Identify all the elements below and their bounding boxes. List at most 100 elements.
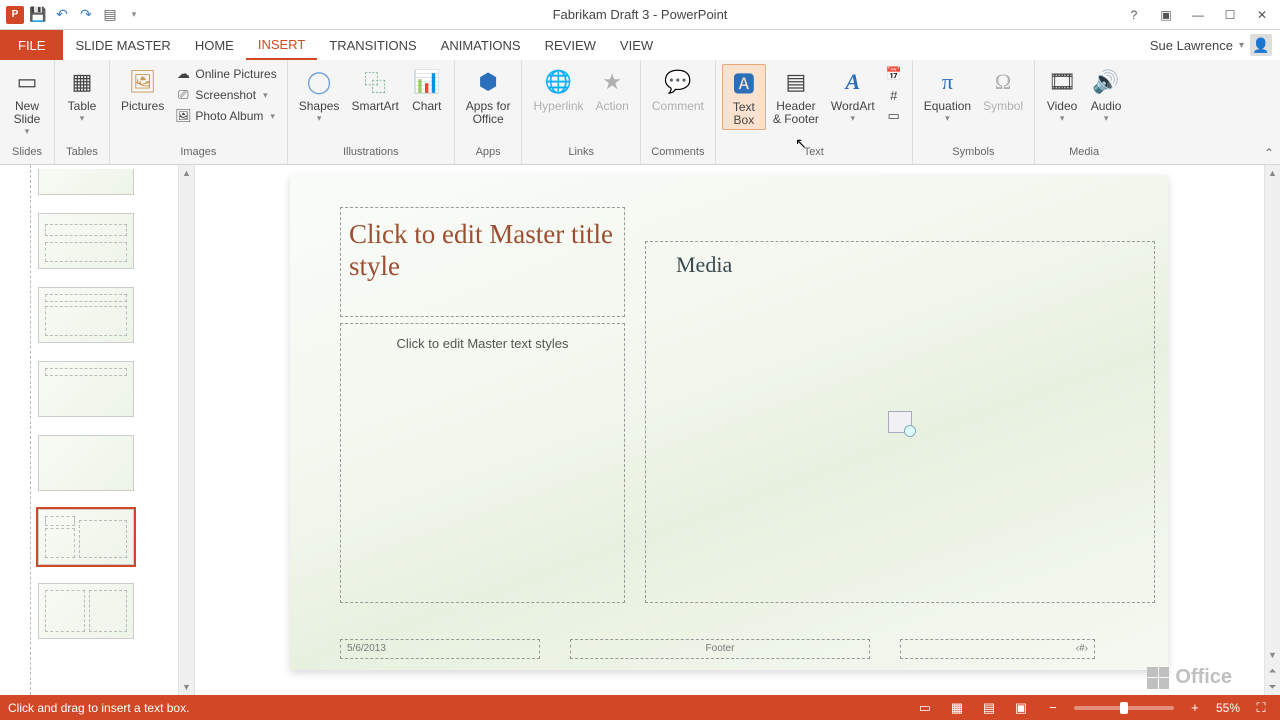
status-bar: Click and drag to insert a text box. ▭ ▦… bbox=[0, 695, 1280, 720]
header-footer-button[interactable]: ▤ Header & Footer bbox=[768, 64, 824, 128]
tab-home[interactable]: HOME bbox=[183, 30, 246, 60]
slide-canvas-area: Click to edit Master title style Click t… bbox=[195, 165, 1280, 695]
redo-button[interactable]: ↷ bbox=[76, 5, 96, 25]
media-placeholder[interactable]: Media bbox=[645, 241, 1155, 603]
save-button[interactable]: 💾 bbox=[28, 5, 48, 25]
zoom-slider[interactable] bbox=[1074, 706, 1174, 710]
slide-master-canvas[interactable]: Click to edit Master title style Click t… bbox=[290, 175, 1168, 670]
tab-view[interactable]: VIEW bbox=[608, 30, 665, 60]
scroll-up-icon[interactable]: ▲ bbox=[179, 165, 194, 181]
new-slide-button[interactable]: ▭ New Slide ▾ bbox=[6, 64, 48, 139]
title-bar: P 💾 ↶ ↷ ▤ ▾ Fabrikam Draft 3 - PowerPoin… bbox=[0, 0, 1280, 30]
tab-animations[interactable]: ANIMATIONS bbox=[429, 30, 533, 60]
body-placeholder[interactable]: Click to edit Master text styles bbox=[340, 323, 625, 603]
layout-thumbnail-selected[interactable] bbox=[38, 509, 134, 565]
scroll-down-icon[interactable]: ▼ bbox=[179, 679, 194, 695]
layout-thumbnail[interactable] bbox=[38, 169, 134, 195]
office-logo-icon bbox=[1147, 667, 1169, 689]
wordart-button[interactable]: A WordArt ▾ bbox=[826, 64, 880, 126]
layout-thumbnail[interactable] bbox=[38, 287, 134, 343]
action-button: ★ Action bbox=[591, 64, 634, 115]
collapse-ribbon-button[interactable]: ⌃ bbox=[1264, 146, 1274, 160]
media-placeholder-label: Media bbox=[646, 242, 1154, 288]
ribbon-group-illustrations: ◯ Shapes ▾ ⿻ SmartArt 📊 Chart Illustrati… bbox=[288, 60, 455, 164]
next-slide-icon[interactable]: ⏷ bbox=[1265, 679, 1280, 695]
date-time-button[interactable]: 📅 bbox=[882, 64, 906, 84]
header-footer-icon: ▤ bbox=[780, 66, 812, 98]
photo-album-icon: 🖼 bbox=[175, 108, 191, 124]
shapes-button[interactable]: ◯ Shapes ▾ bbox=[294, 64, 345, 126]
text-box-button[interactable]: 🅰 Text Box bbox=[722, 64, 766, 130]
video-button[interactable]: 🎞 Video ▾ bbox=[1041, 64, 1083, 126]
start-from-beginning-button[interactable]: ▤ bbox=[100, 5, 120, 25]
zoom-in-button[interactable]: + bbox=[1184, 699, 1206, 717]
comment-icon: 💬 bbox=[662, 66, 694, 98]
slide-number-button[interactable]: # bbox=[882, 85, 906, 105]
scroll-down-icon[interactable]: ▼ bbox=[1265, 647, 1280, 663]
audio-button[interactable]: 🔊 Audio ▾ bbox=[1085, 64, 1127, 126]
table-icon: ▦ bbox=[66, 66, 98, 98]
titlebar-controls: ? ▣ — ☐ ✕ bbox=[1124, 5, 1280, 25]
tab-review[interactable]: REVIEW bbox=[533, 30, 608, 60]
tab-transitions[interactable]: TRANSITIONS bbox=[317, 30, 428, 60]
footer-placeholder[interactable]: Footer bbox=[570, 639, 870, 659]
date-placeholder[interactable]: 5/6/2013 bbox=[340, 639, 540, 659]
scrollbar-track[interactable] bbox=[179, 181, 194, 679]
chart-button[interactable]: 📊 Chart bbox=[406, 64, 448, 115]
apps-for-office-button[interactable]: ⬢ Apps for Office bbox=[461, 64, 516, 128]
layout-thumbnail[interactable] bbox=[38, 583, 134, 639]
normal-view-button[interactable]: ▭ bbox=[914, 699, 936, 717]
qat-customize-icon[interactable]: ▾ bbox=[124, 5, 144, 25]
user-avatar-icon[interactable]: 👤 bbox=[1250, 34, 1272, 56]
ribbon-group-media: 🎞 Video ▾ 🔊 Audio ▾ Media bbox=[1035, 60, 1133, 164]
title-placeholder[interactable]: Click to edit Master title style bbox=[340, 207, 625, 317]
slideshow-button[interactable]: ▣ bbox=[1010, 699, 1032, 717]
minimize-button[interactable]: — bbox=[1188, 5, 1208, 25]
tab-slide-master[interactable]: SLIDE MASTER bbox=[63, 30, 182, 60]
maximize-button[interactable]: ☐ bbox=[1220, 5, 1240, 25]
layout-thumbnail[interactable] bbox=[38, 213, 134, 269]
zoom-level[interactable]: 55% bbox=[1216, 701, 1240, 715]
pictures-icon: 🖼 bbox=[127, 66, 159, 98]
status-bar-right: ▭ ▦ ▤ ▣ − + 55% ⛶ bbox=[914, 699, 1272, 717]
ribbon-group-tables: ▦ Table ▾ Tables bbox=[55, 60, 110, 164]
tab-insert[interactable]: INSERT bbox=[246, 30, 317, 60]
canvas-scrollbar[interactable]: ▲ ▼ ⏶ ⏷ bbox=[1264, 165, 1280, 695]
screenshot-button[interactable]: ⎚Screenshot▾ bbox=[171, 85, 280, 105]
symbol-button: Ω Symbol bbox=[978, 64, 1028, 115]
help-button[interactable]: ? bbox=[1124, 5, 1144, 25]
undo-button[interactable]: ↶ bbox=[52, 5, 72, 25]
action-icon: ★ bbox=[596, 66, 628, 98]
equation-button[interactable]: π Equation ▾ bbox=[919, 64, 976, 126]
online-pictures-icon: ☁ bbox=[175, 66, 191, 82]
scroll-up-icon[interactable]: ▲ bbox=[1265, 165, 1280, 181]
wordart-icon: A bbox=[837, 66, 869, 98]
layout-thumbnail[interactable] bbox=[38, 361, 134, 417]
media-insert-icon[interactable] bbox=[888, 411, 912, 433]
slide-sorter-button[interactable]: ▦ bbox=[946, 699, 968, 717]
photo-album-button[interactable]: 🖼Photo Album▾ bbox=[171, 106, 280, 126]
user-menu-chevron-icon[interactable]: ▾ bbox=[1239, 40, 1244, 51]
user-name[interactable]: Sue Lawrence bbox=[1150, 38, 1233, 53]
fit-to-window-button[interactable]: ⛶ bbox=[1250, 699, 1272, 717]
layout-thumbnail[interactable] bbox=[38, 435, 134, 491]
audio-icon: 🔊 bbox=[1090, 66, 1122, 98]
account-area: Sue Lawrence ▾ 👤 bbox=[1150, 30, 1280, 60]
thumbnails-scrollbar[interactable]: ▲ ▼ bbox=[178, 165, 194, 695]
ribbon-group-images: 🖼 Pictures ☁Online Pictures ⎚Screenshot▾… bbox=[110, 60, 288, 164]
ribbon-group-comments: 💬 Comment Comments bbox=[641, 60, 716, 164]
smartart-button[interactable]: ⿻ SmartArt bbox=[346, 64, 403, 115]
zoom-out-button[interactable]: − bbox=[1042, 699, 1064, 717]
object-button[interactable]: ▭ bbox=[882, 106, 906, 126]
thumbnail-list bbox=[0, 165, 178, 695]
reading-view-button[interactable]: ▤ bbox=[978, 699, 1000, 717]
status-message: Click and drag to insert a text box. bbox=[8, 701, 189, 715]
ribbon-display-button[interactable]: ▣ bbox=[1156, 5, 1176, 25]
pictures-button[interactable]: 🖼 Pictures bbox=[116, 64, 169, 115]
slide-number-placeholder[interactable]: ‹#› bbox=[900, 639, 1095, 659]
close-button[interactable]: ✕ bbox=[1252, 5, 1272, 25]
online-pictures-button[interactable]: ☁Online Pictures bbox=[171, 64, 280, 84]
previous-slide-icon[interactable]: ⏶ bbox=[1265, 663, 1280, 679]
table-button[interactable]: ▦ Table ▾ bbox=[61, 64, 103, 126]
tab-file[interactable]: FILE bbox=[0, 30, 63, 60]
